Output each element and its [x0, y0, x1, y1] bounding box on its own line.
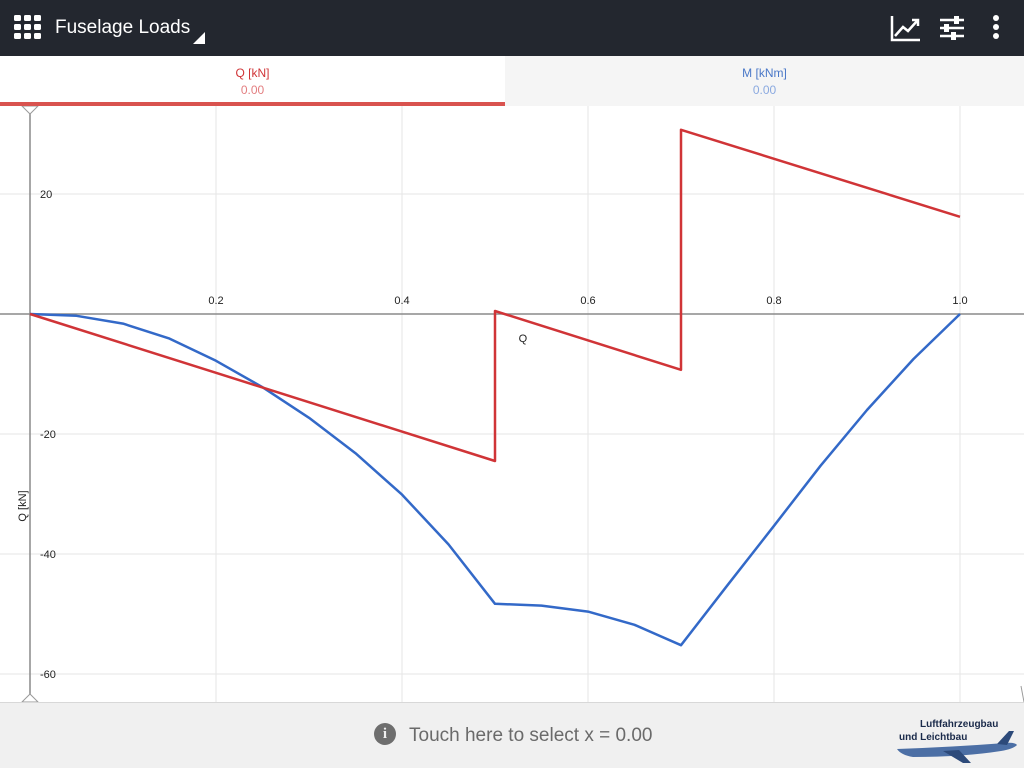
y-tick-label: 20	[40, 189, 52, 201]
logo-line1: Luftfahrzeugbau	[920, 719, 998, 730]
tab-label: M [kNm]	[742, 66, 787, 80]
apps-grid-icon[interactable]	[12, 13, 44, 43]
logo-line2: und Leichtbau	[899, 732, 967, 743]
y-tick-label: -40	[40, 549, 56, 561]
line-chart-icon[interactable]	[890, 12, 922, 44]
tab-value: 0.00	[240, 83, 265, 97]
y-axis-label: Q [kN]	[17, 490, 29, 521]
load-chart[interactable]: 0.2 0.4 0.6 0.8 1.0 20 -20 -40 -60 Q [kN] Q	[0, 105, 1024, 703]
app-bar: Fuselage Loads	[0, 0, 1024, 56]
y-tick-label: -60	[40, 669, 56, 681]
info-icon: i	[374, 723, 396, 745]
x-tick-label: 1.0	[952, 295, 967, 307]
y-axis-top-marker	[20, 105, 40, 115]
app-title[interactable]: Fuselage Loads	[55, 17, 190, 39]
y-tick-label: -20	[40, 429, 56, 441]
x-tick-label: 0.4	[394, 295, 409, 307]
more-vert-icon[interactable]	[980, 12, 1012, 44]
dropdown-triangle-icon[interactable]	[193, 32, 205, 44]
series-label-q: Q	[519, 333, 528, 345]
x-tick-label: 0.8	[766, 295, 781, 307]
tab-bar: Q [kN] 0.00 M [kNm] 0.00	[0, 56, 1024, 106]
tab-bending-moment[interactable]: M [kNm] 0.00	[505, 56, 1024, 106]
sliders-icon[interactable]	[936, 12, 968, 44]
x-tick-label: 0.6	[580, 295, 595, 307]
footer-bar: i Touch here to select x = 0.00 Luftfahr…	[0, 702, 1024, 768]
institute-logo: Luftfahrzeugbau und Leichtbau	[893, 713, 1019, 765]
chart-svg: 0.2 0.4 0.6 0.8 1.0 20 -20 -40 -60 Q [kN] Q	[0, 105, 1024, 703]
y-axis-bottom-marker	[20, 693, 40, 703]
hint-text: Touch here to select x = 0.00	[409, 725, 653, 746]
tab-label: Q [kN]	[235, 66, 270, 80]
x-tick-label: 0.2	[208, 295, 223, 307]
tab-value: 0.00	[752, 83, 777, 97]
tab-shear-force[interactable]: Q [kN] 0.00	[0, 56, 505, 106]
series-line-q	[29, 128, 961, 463]
